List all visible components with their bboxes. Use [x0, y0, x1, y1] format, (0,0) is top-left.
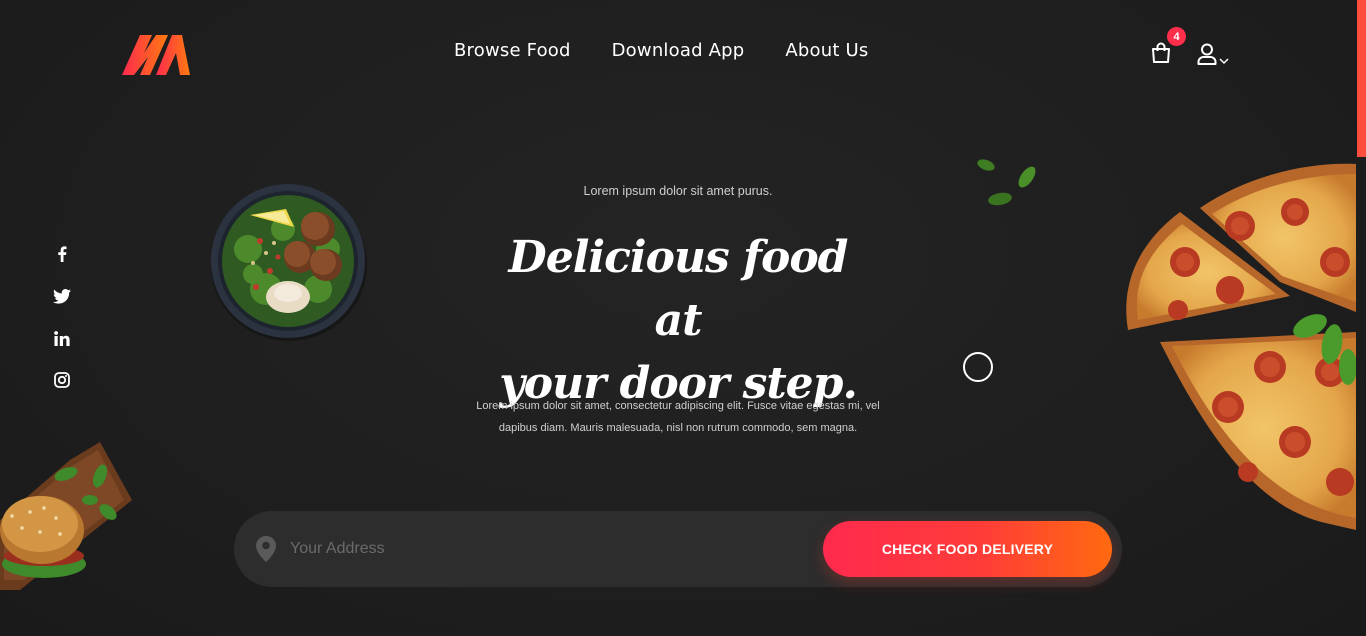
circle-decor [963, 352, 993, 382]
landing-page: Browse Food Download App About Us 4 Lore… [0, 0, 1366, 636]
instagram-icon[interactable] [52, 371, 72, 389]
address-search-bar: CHECK FOOD DELIVERY [234, 511, 1122, 587]
scroll-indicator[interactable] [1357, 0, 1366, 157]
salad-bowl-image [211, 184, 367, 341]
location-pin-icon [256, 536, 276, 562]
cart-icon[interactable] [1150, 42, 1172, 64]
nav-download-app[interactable]: Download App [612, 40, 745, 61]
social-links [52, 245, 72, 389]
basil-leaves-decor [977, 159, 1036, 206]
linkedin-icon[interactable] [52, 329, 72, 347]
nav-browse-food[interactable]: Browse Food [454, 40, 571, 61]
burger-image [0, 442, 132, 590]
address-input[interactable] [290, 537, 810, 561]
headline-line-1: Delicious food at [508, 232, 849, 346]
chevron-down-icon [1219, 58, 1229, 65]
cart-count-badge: 4 [1167, 27, 1186, 46]
hero-description: Lorem ipsum dolor sit amet, consectetur … [476, 400, 880, 434]
pizza-image [1126, 163, 1356, 530]
brand-logo[interactable] [122, 33, 190, 77]
nav-about-us[interactable]: About Us [785, 40, 868, 61]
check-food-delivery-button[interactable]: CHECK FOOD DELIVERY [823, 521, 1112, 577]
user-icon [1197, 43, 1217, 65]
main-nav: Browse Food Download App About Us [454, 40, 868, 61]
user-menu[interactable] [1197, 43, 1229, 65]
facebook-icon[interactable] [52, 245, 72, 263]
hero-headline: Delicious food at your door step. [480, 226, 876, 415]
twitter-icon[interactable] [52, 287, 72, 305]
